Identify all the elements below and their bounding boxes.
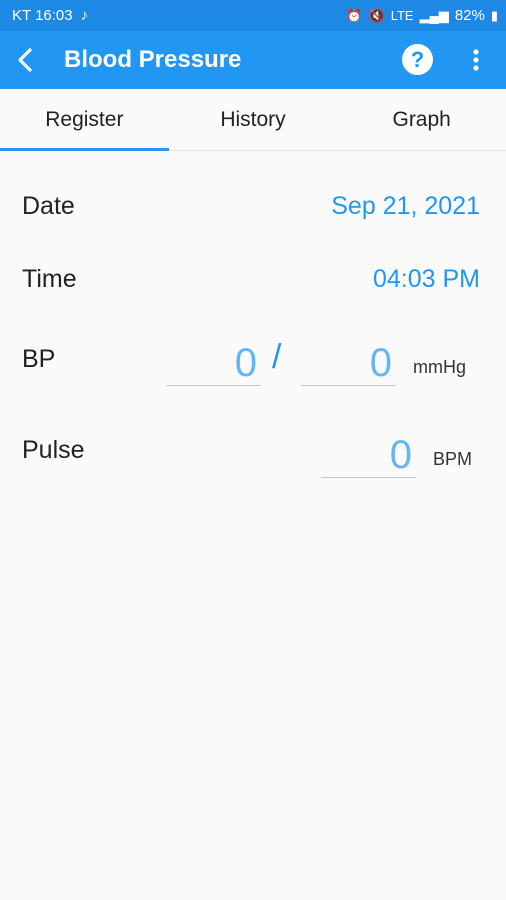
app-bar: Blood Pressure ? <box>0 31 506 89</box>
pulse-input[interactable]: 0 <box>321 432 416 478</box>
tab-label: Register <box>45 107 124 131</box>
more-options-button[interactable] <box>466 45 486 75</box>
battery-icon: ▮ <box>490 7 498 23</box>
help-icon: ? <box>410 46 425 72</box>
mute-icon: 🔇 <box>368 7 385 23</box>
tab-graph[interactable]: Graph <box>337 89 506 150</box>
more-vert-icon <box>473 49 479 71</box>
music-note-icon: ♪ <box>80 7 89 24</box>
pulse-unit: BPM <box>433 449 473 469</box>
time-label: Time <box>22 265 77 293</box>
back-arrow-icon <box>18 48 32 72</box>
systolic-input[interactable]: 0 <box>166 340 261 386</box>
tab-history[interactable]: History <box>169 89 338 150</box>
back-button[interactable] <box>0 31 50 89</box>
help-button[interactable]: ? <box>402 44 433 75</box>
bp-unit: mmHg <box>413 357 466 377</box>
tab-bar: Register History Graph <box>0 89 506 151</box>
signal-icon: ▂▄▆ <box>419 7 449 23</box>
network-label: LTE <box>390 8 414 23</box>
page-title: Blood Pressure <box>64 46 242 73</box>
date-value[interactable]: Sep 21, 2021 <box>331 192 480 221</box>
tab-label: History <box>220 107 286 131</box>
diastolic-input[interactable]: 0 <box>301 340 396 386</box>
time-value[interactable]: 04:03 PM <box>373 265 480 294</box>
status-time: KT 16:03 <box>12 7 73 24</box>
tab-register[interactable]: Register <box>0 89 169 151</box>
alarm-icon: ⏰ <box>346 7 363 23</box>
status-bar: KT 16:03 ♪ ⏰ 🔇 LTE ▂▄▆ 82% ▮ <box>0 0 506 31</box>
pulse-label: Pulse <box>22 436 85 464</box>
bp-separator: / <box>272 338 282 376</box>
date-label: Date <box>22 192 75 220</box>
bp-label: BP <box>22 345 56 373</box>
battery-percent: 82% <box>454 7 485 24</box>
tab-label: Graph <box>392 107 451 131</box>
